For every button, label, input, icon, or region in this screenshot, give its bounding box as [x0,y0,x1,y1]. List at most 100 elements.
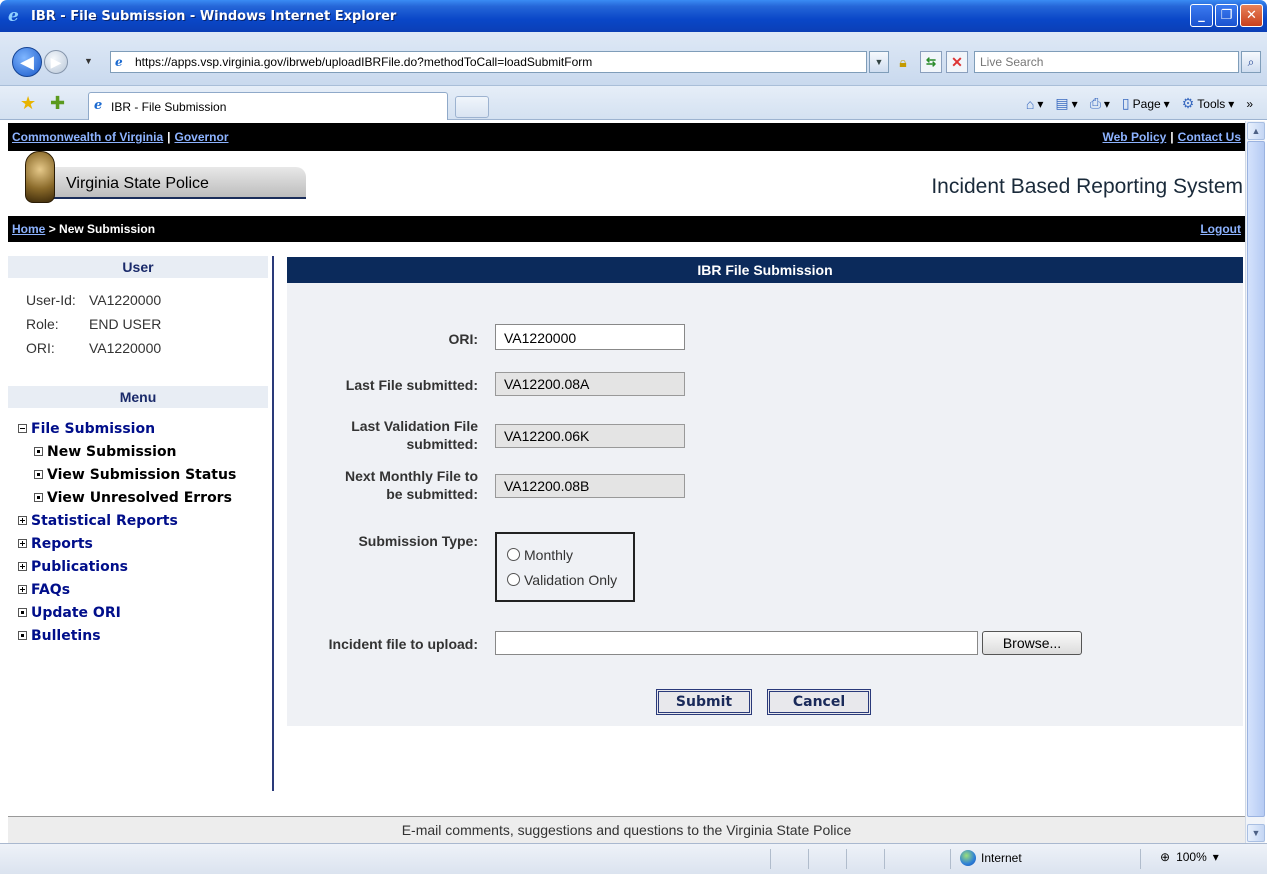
scroll-down-icon[interactable]: ▼ [1247,824,1265,842]
submission-form: ORI: VA1220000 Last File submitted: VA12… [287,283,1243,726]
radio-circle-icon [507,548,520,561]
menu-item-update-ori[interactable]: Update ORI [18,602,272,625]
tools-menu-button[interactable]: ⚙Tools ▾ [1178,94,1239,113]
new-tab-button[interactable] [455,96,489,118]
refresh-button[interactable]: ⇆ [920,51,942,73]
home-button[interactable]: ⌂ ▾ [1022,95,1048,113]
user-info: User-Id:VA1220000 Role:END USER ORI:VA12… [8,278,272,360]
scroll-thumb[interactable] [1247,141,1265,817]
file-upload-input[interactable] [495,631,978,655]
role-value: END USER [89,316,161,332]
window-title: IBR - File Submission - Windows Internet… [31,9,396,24]
bullet-icon [18,608,27,617]
status-divider [884,849,885,869]
menu-item-view-unresolved-errors[interactable]: View Unresolved Errors [18,487,272,510]
address-url[interactable]: https://apps.vsp.virginia.gov/ibrweb/upl… [135,55,592,69]
globe-icon [960,850,976,866]
collapse-icon [18,424,27,433]
lock-icon[interactable]: 🔒︎ [893,51,913,73]
tab-bar: ★ ✚ e IBR - File Submission ⌂ ▾ ▤ ▾ ⎙ ▾ … [0,86,1267,120]
user-section-heading: User [8,256,268,278]
next-monthly-field: VA12200.08B [495,474,685,498]
menu-item-reports[interactable]: Reports [18,533,272,556]
search-input[interactable]: Live Search [974,51,1239,73]
menu-item-label: View Submission Status [47,467,236,483]
search-button[interactable]: ⌕ [1241,51,1261,73]
zoom-level: 100% [1176,850,1207,864]
menu-item-view-submission-status[interactable]: View Submission Status [18,464,272,487]
radio-monthly-label: Monthly [524,547,573,563]
back-button[interactable]: ◀ [12,47,42,77]
page-menu-label: Page [1133,97,1161,111]
menu-item-label: Statistical Reports [31,513,178,529]
last-file-label: Last File submitted: [346,376,478,394]
ori-value: VA1220000 [89,340,161,356]
print-button[interactable]: ⎙ ▾ [1086,94,1114,113]
cancel-button[interactable]: Cancel [767,689,871,715]
submit-button[interactable]: Submit [656,689,752,715]
commonwealth-link[interactable]: Commonwealth of Virginia [12,130,163,144]
menu-item-new-submission[interactable]: New Submission [18,441,272,464]
address-bar[interactable]: e https://apps.vsp.virginia.gov/ibrweb/u… [110,51,867,73]
overflow-chevron-icon[interactable]: » [1242,96,1257,112]
upload-label: Incident file to upload: [329,635,478,653]
menu-item-publications[interactable]: Publications [18,556,272,579]
governor-link[interactable]: Governor [174,130,228,144]
ori-field-label: ORI: [448,330,478,348]
page-footer: E-mail comments, suggestions and questio… [8,816,1245,843]
security-zone[interactable]: Internet [960,850,1022,866]
minimize-button[interactable]: _ [1190,4,1213,27]
radio-validation-label: Validation Only [524,572,617,588]
web-policy-link[interactable]: Web Policy [1103,130,1167,144]
contact-us-link[interactable]: Contact Us [1178,130,1241,144]
tools-menu-label: Tools [1197,97,1225,111]
menu-item-file-submission[interactable]: File Submission [18,418,272,441]
page-icon: e [115,55,129,69]
menu-item-statistical-reports[interactable]: Statistical Reports [18,510,272,533]
maximize-button[interactable]: ❐ [1215,4,1238,27]
window-title-bar[interactable]: e IBR - File Submission - Windows Intern… [0,0,1267,32]
radio-monthly[interactable]: Monthly [507,542,623,567]
next-monthly-label-line1: Next Monthly File to [345,467,478,485]
tab-ibr-file-submission[interactable]: e IBR - File Submission [88,92,448,120]
stop-button[interactable]: ✕ [946,51,968,73]
expand-icon [18,516,27,525]
bullet-icon [34,493,43,502]
last-validation-label: Last Validation File submitted: [351,417,478,453]
forward-button[interactable]: ▶ [44,50,68,74]
status-bar: Internet ⊕ 100% ▾ [0,843,1267,874]
menu-item-faqs[interactable]: FAQs [18,579,272,602]
breadcrumb-current: > New Submission [49,222,155,236]
close-button[interactable]: ✕ [1240,4,1263,27]
gear-icon: ⚙ [1182,95,1195,112]
logout-link[interactable]: Logout [1200,222,1241,236]
browser-nav-bar: ◀ ▶ ▼ e https://apps.vsp.virginia.gov/ib… [0,32,1267,86]
status-divider [770,849,771,869]
form-title: IBR File Submission [287,257,1243,283]
radio-circle-icon [507,573,520,586]
breadcrumb-home-link[interactable]: Home [12,222,45,236]
radio-validation-only[interactable]: Validation Only [507,567,623,592]
add-favorites-icon[interactable]: ✚ [50,93,65,114]
page-menu-icon: ▯ [1122,95,1130,112]
bullet-icon [18,631,27,640]
vertical-scrollbar[interactable]: ▲ ▼ [1245,121,1265,843]
link-separator: | [167,130,170,144]
last-file-field: VA12200.08A [495,372,685,396]
ie-logo-icon: e [8,7,26,25]
history-dropdown-icon[interactable]: ▼ [84,56,93,66]
address-dropdown-button[interactable]: ▼ [869,51,889,73]
link-separator: | [1170,130,1173,144]
feeds-button[interactable]: ▤ ▾ [1051,94,1081,113]
menu-item-bulletins[interactable]: Bulletins [18,625,272,648]
arrow-right-icon: ▶ [51,54,62,71]
sidebar: User User-Id:VA1220000 Role:END USER ORI… [8,256,274,791]
scroll-up-icon[interactable]: ▲ [1247,122,1265,140]
menu-item-label: Reports [31,536,93,552]
browse-button[interactable]: Browse... [982,631,1082,655]
page-icon: e [94,98,102,113]
zoom-control[interactable]: ⊕ 100% ▾ [1160,850,1219,864]
ori-input[interactable]: VA1220000 [495,324,685,350]
favorites-star-icon[interactable]: ★ [20,93,36,114]
page-menu-button[interactable]: ▯Page ▾ [1118,94,1174,113]
